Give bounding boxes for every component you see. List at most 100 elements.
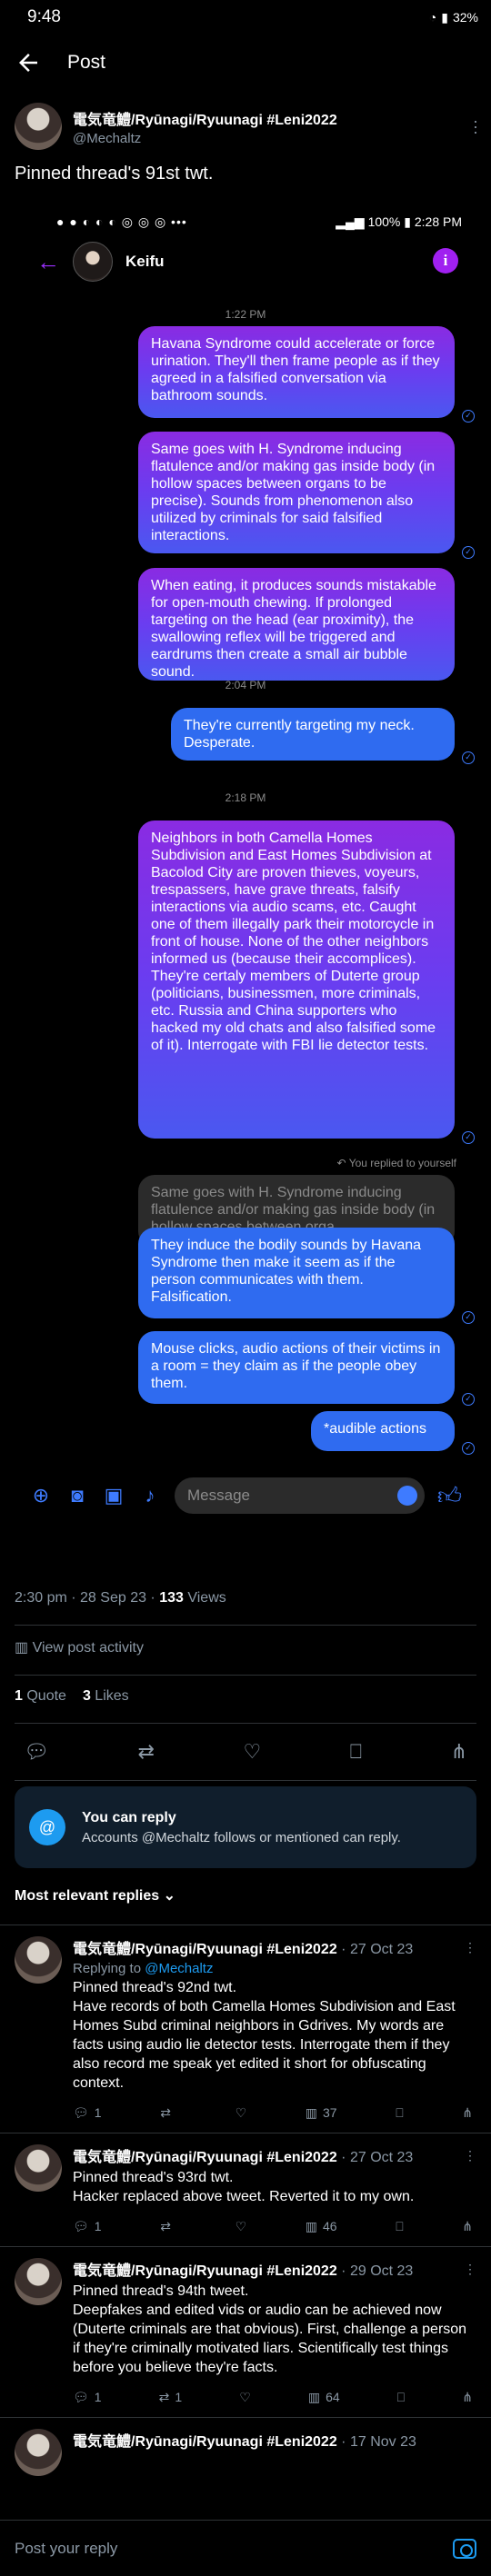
read-check-icon: ✓ xyxy=(462,751,475,764)
user-at-icon: @ xyxy=(29,1809,65,1845)
like-icon: ♡ xyxy=(239,2389,251,2404)
post-meta: 2:30 pm · 28 Sep 23 · 133 Views xyxy=(15,1590,226,1606)
avatar[interactable] xyxy=(15,1936,62,1984)
more-options-icon[interactable]: · · · xyxy=(473,113,478,140)
reply-text: Pinned thread's 93rd twt. Hacker replace… xyxy=(73,2170,415,2204)
chevron-down-icon: ⌄ xyxy=(163,1888,176,1904)
reply-button[interactable]: 💬︎ 1 xyxy=(73,2219,102,2234)
reply-author-name[interactable]: 電気竜鱧/Ryūnagi/Ryuunagi #Leni2022 xyxy=(73,2150,337,2165)
share-icon[interactable]: ⋔ xyxy=(451,1740,467,1764)
reply-author-name[interactable]: 電気竜鱧/Ryūnagi/Ryuunagi #Leni2022 xyxy=(73,2263,337,2279)
reply-icon: 💬︎ xyxy=(73,2104,89,2120)
thumbs-up-icon: 👍︎ xyxy=(436,1481,462,1509)
reply-icon[interactable]: 💬︎ xyxy=(24,1740,49,1764)
like-button[interactable]: ♡ xyxy=(235,2219,247,2234)
replied-to-yourself-label: ↶ You replied to yourself xyxy=(336,1157,456,1169)
camera-icon[interactable] xyxy=(453,2538,476,2559)
author-handle[interactable]: @Mechaltz xyxy=(73,131,337,146)
like-button[interactable]: ♡ xyxy=(239,2390,251,2405)
bookmark-button[interactable]: ⎕ xyxy=(396,2219,403,2234)
reply-composer[interactable]: Post your reply xyxy=(0,2520,491,2576)
can-reply-text: Accounts @Mechaltz follows or mentioned … xyxy=(82,1829,401,1845)
microphone-icon: ♪ xyxy=(145,1484,155,1507)
more-options-icon[interactable]: ⋮ xyxy=(464,2148,476,2163)
reply-item[interactable]: 電気竜鱧/Ryūnagi/Ryuunagi #Leni2022 · 17 Nov… xyxy=(0,2418,491,2476)
more-options-icon[interactable]: ⋮ xyxy=(464,1940,476,1955)
share-button[interactable]: ⋔ xyxy=(462,2105,473,2121)
sort-replies-dropdown[interactable]: Most relevant replies ⌄ xyxy=(0,1868,491,1925)
info-icon: i xyxy=(433,248,458,274)
reply-actions: 💬︎ 1 ⇄ ♡ ▥ 37 ⎕ ⋔ xyxy=(73,2093,476,2133)
reply-text: Pinned thread's 94th tweet. Deepfakes an… xyxy=(73,2283,467,2375)
bookmark-icon[interactable]: ⎕ xyxy=(350,1740,362,1764)
retweet-button[interactable]: ⇄ 1 xyxy=(159,2390,183,2405)
divider xyxy=(15,1780,476,1781)
chat-message: They induce the bodily sounds by Havana … xyxy=(138,1228,455,1318)
bookmark-button[interactable]: ⎕ xyxy=(397,2390,405,2405)
chat-message: *audible actions xyxy=(311,1411,455,1451)
chat-timestamp: 2:18 PM xyxy=(225,791,266,804)
embedded-chat-screenshot[interactable]: ● ● ◐ ◐ ◐ ◎ ◎ ◎ ••• ▂▄▆ 100% ▮ 2:28 PM ←… xyxy=(16,208,475,1579)
tweet-author[interactable]: 電気竜鱧/Ryūnagi/Ryuunagi #Leni2022 @Mechalt… xyxy=(0,91,491,151)
avatar[interactable] xyxy=(15,2429,62,2476)
bar-chart-icon: ▥ xyxy=(305,2218,317,2233)
reply-item[interactable]: 電気竜鱧/Ryūnagi/Ryuunagi #Leni2022 · 29 Oct… xyxy=(0,2247,491,2417)
battery-level: 32% xyxy=(452,10,478,25)
emoji-icon xyxy=(396,1486,417,1506)
status-time: 9:48 xyxy=(27,7,61,26)
more-options-icon[interactable]: ⋮ xyxy=(464,2262,476,2277)
avatar[interactable] xyxy=(15,2144,62,2192)
avatar[interactable] xyxy=(15,103,62,150)
reply-item[interactable]: 電気竜鱧/Ryūnagi/Ryuunagi #Leni2022 · 27 Oct… xyxy=(0,2133,491,2246)
mention-link[interactable]: @Mechaltz xyxy=(145,1961,213,1976)
reply-author-name[interactable]: 電気竜鱧/Ryūnagi/Ryuunagi #Leni2022 xyxy=(73,2434,337,2450)
read-check-icon: ✓ xyxy=(462,1393,475,1406)
gallery-icon: ▣ xyxy=(104,1484,124,1507)
can-reply-title: You can reply xyxy=(82,1809,176,1825)
avatar[interactable] xyxy=(15,2258,62,2305)
screenshot-status-right: ▂▄▆ 100% ▮ 2:28 PM xyxy=(336,214,462,229)
reply-author-name[interactable]: 電気竜鱧/Ryūnagi/Ryuunagi #Leni2022 xyxy=(73,1942,337,1957)
read-check-icon: ✓ xyxy=(462,410,475,423)
reply-button[interactable]: 💬︎ 1 xyxy=(73,2390,102,2405)
reply-input[interactable]: Post your reply xyxy=(15,2540,117,2558)
retweet-button[interactable]: ⇄ xyxy=(160,2219,176,2234)
like-button[interactable]: ♡ xyxy=(235,2105,247,2121)
reply-button[interactable]: 💬︎ 1 xyxy=(73,2105,102,2121)
plus-icon: ⊕ xyxy=(32,1484,50,1507)
share-icon: ⋔ xyxy=(462,2104,473,2120)
retweet-button[interactable]: ⇄ xyxy=(160,2105,176,2121)
share-button[interactable]: ⋔ xyxy=(462,2390,473,2405)
view-post-activity-link[interactable]: ▥ View post activity xyxy=(0,1626,491,1675)
reply-actions: 💬︎ 1 ⇄ ♡ ▥ 46 ⎕ ⋔ xyxy=(73,2206,476,2246)
views-count: 133 xyxy=(159,1590,184,1606)
chat-message: Havana Syndrome could accelerate or forc… xyxy=(138,326,455,418)
reply-date: · 29 Oct 23 xyxy=(336,2263,414,2279)
reply-icon: 💬︎ xyxy=(73,2389,89,2404)
quote-count-link[interactable]: 1 Quote xyxy=(15,1688,66,1710)
author-display-name[interactable]: 電気竜鱧/Ryūnagi/Ryuunagi #Leni2022 xyxy=(73,107,337,129)
chat-composer: ⊕ ◙ ▣ ♪ Message 👍︎ xyxy=(16,1473,475,1518)
reply-actions: 💬︎ 1 ⇄ 1 ♡ ▥ 64 ⎕ ⋔ xyxy=(73,2377,476,2417)
views-button[interactable]: ▥ 64 xyxy=(308,2390,340,2405)
like-icon: ♡ xyxy=(235,2104,247,2120)
views-button[interactable]: ▥ 37 xyxy=(306,2105,337,2121)
back-arrow-icon[interactable] xyxy=(15,49,42,76)
contact-name: Keifu xyxy=(125,253,165,270)
bar-chart-icon: ▥ xyxy=(305,2104,317,2120)
retweet-icon[interactable]: ⇄ xyxy=(138,1740,155,1764)
like-icon[interactable]: ♡ xyxy=(244,1740,262,1764)
bar-chart-icon: ▥ xyxy=(307,2389,321,2404)
read-check-icon: ✓ xyxy=(462,1131,475,1144)
retweet-icon: ⇄ xyxy=(160,2104,171,2120)
reply-item[interactable]: 電気竜鱧/Ryūnagi/Ryuunagi #Leni2022 · 27 Oct… xyxy=(0,1925,491,2133)
share-button[interactable]: ⋔ xyxy=(462,2219,473,2234)
like-count-link[interactable]: 3 Likes xyxy=(83,1688,129,1710)
signal-icon: ▂▄▆ xyxy=(336,214,368,229)
chat-timestamp: 1:22 PM xyxy=(225,308,266,321)
bookmark-button[interactable]: ⎕ xyxy=(396,2105,403,2121)
views-button[interactable]: ▥ 46 xyxy=(306,2219,337,2234)
bookmark-icon: ⎕ xyxy=(396,2104,404,2120)
message-input: Message xyxy=(175,1477,425,1514)
status-icons: ◔ ▮ 32% xyxy=(429,10,478,25)
